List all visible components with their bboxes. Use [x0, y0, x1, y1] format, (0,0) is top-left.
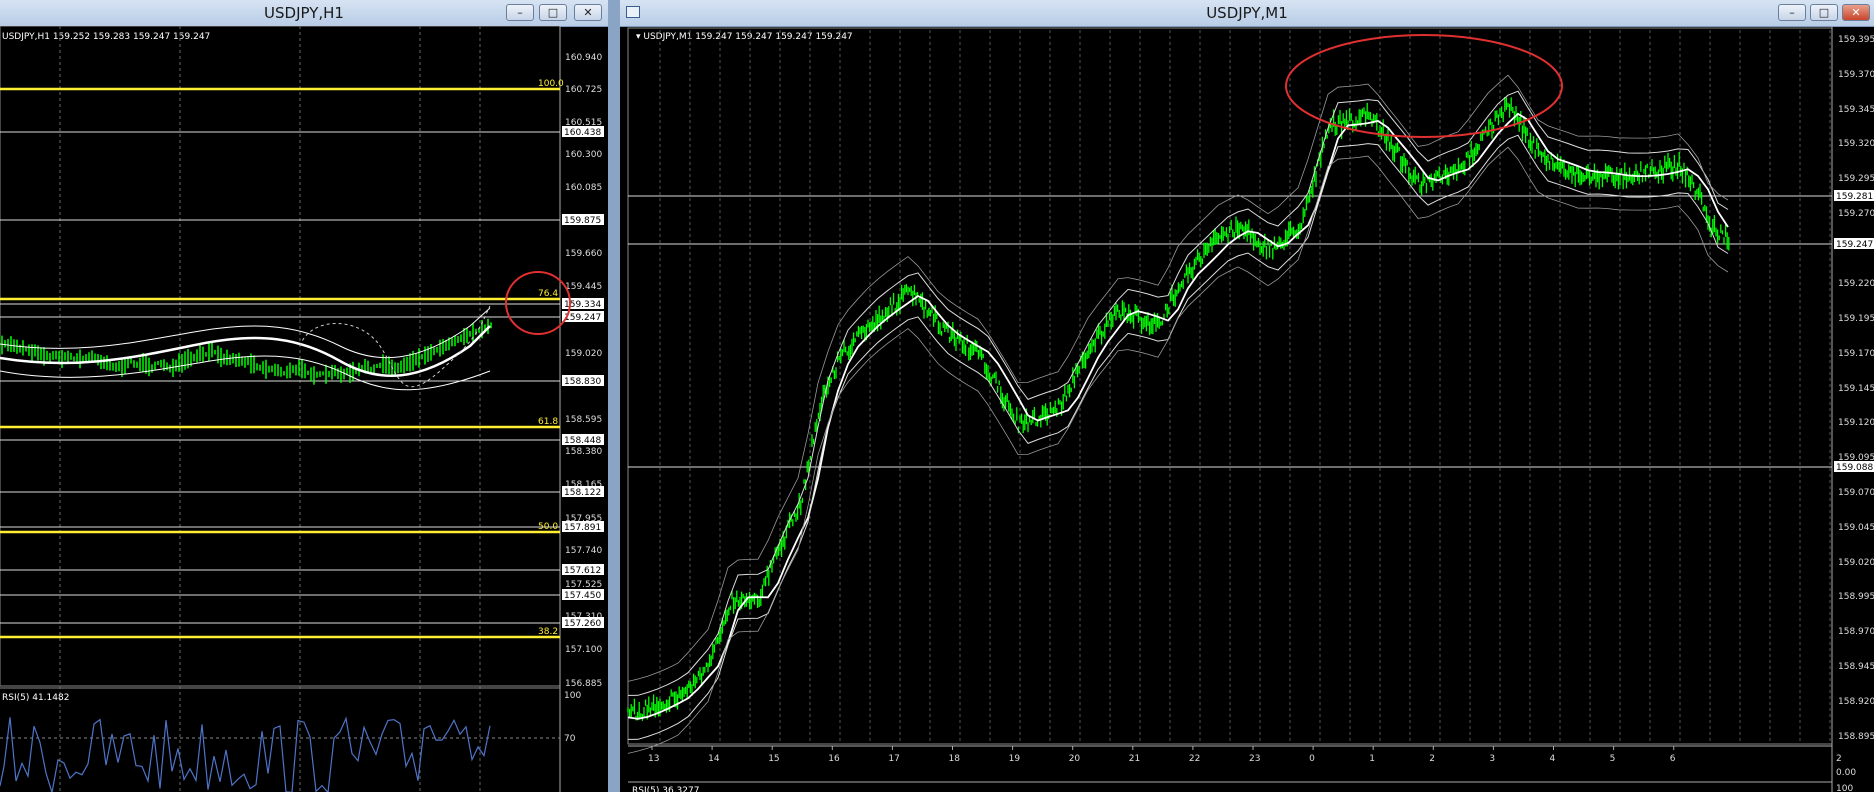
price-axis-label: 158.945 — [1838, 662, 1874, 672]
price-axis-label: 159.170 — [1838, 349, 1874, 359]
price-axis-label: 158.970 — [1838, 627, 1874, 637]
time-axis-label: 14 — [708, 754, 720, 764]
price-box-label: 159.875 — [564, 216, 601, 226]
time-axis-label: 22 — [1189, 754, 1200, 764]
time-axis-label: 15 — [768, 754, 779, 764]
price-axis-label: 156.885 — [565, 679, 602, 689]
time-axis-label: 17 — [888, 754, 899, 764]
chart-info-label: USDJPY,H1 159.252 159.283 159.247 159.24… — [2, 32, 210, 42]
price-axis-label: 157.100 — [565, 645, 602, 655]
price-box-label: 158.830 — [564, 377, 601, 387]
price-axis-label: 159.070 — [1838, 488, 1874, 498]
price-axis-label: 158.595 — [565, 415, 602, 425]
price-box-label: 157.450 — [564, 591, 601, 601]
titlebar-m1[interactable]: USDJPY,M1 – □ ✕ — [620, 0, 1874, 27]
rsi-axis-label: 70 — [564, 734, 576, 744]
fibo-level-label: 76.4 — [538, 289, 558, 299]
price-box-label: 159.088 — [1836, 463, 1873, 473]
fibo-level-label: 100.0 — [538, 79, 564, 89]
price-axis-label: 158.995 — [1838, 592, 1874, 602]
time-axis-label: 2 — [1429, 754, 1435, 764]
price-axis-label: 157.740 — [565, 546, 602, 556]
price-axis-label: 159.395 — [1838, 35, 1874, 45]
close-button-h1[interactable]: ✕ — [574, 4, 602, 21]
price-axis-label: 159.295 — [1838, 174, 1874, 184]
price-axis-label: 159.345 — [1838, 105, 1874, 115]
price-axis-label: 159.370 — [1838, 70, 1874, 80]
maximize-button-m1[interactable]: □ — [1810, 4, 1838, 21]
close-button-m1[interactable]: ✕ — [1842, 4, 1870, 21]
time-axis-label: 0 — [1309, 754, 1315, 764]
time-axis-label: 18 — [949, 754, 961, 764]
m1-chart-canvas[interactable]: ▾ USDJPY,M1 159.247 159.247 159.247 159.… — [620, 26, 1874, 792]
chart-window-h1[interactable]: USDJPY,H1 – □ ✕ USDJPY,H1 159.252 159.28… — [0, 0, 608, 792]
rsi-label: RSI(5) 36.3277 — [632, 786, 699, 792]
window-title-m1: USDJPY,M1 — [1206, 4, 1288, 22]
time-axis-label: 21 — [1129, 754, 1140, 764]
chart-window-m1[interactable]: USDJPY,M1 – □ ✕ ▾ USDJPY,M1 159.247 159.… — [620, 0, 1874, 792]
chart-info-label: ▾ USDJPY,M1 159.247 159.247 159.247 159.… — [636, 32, 853, 42]
fibo-level-label: 50.0 — [538, 522, 558, 532]
price-box-label: 157.260 — [564, 619, 601, 629]
time-axis-label: 19 — [1009, 754, 1021, 764]
price-axis-label: 160.725 — [565, 85, 602, 95]
price-axis-label: 159.020 — [565, 349, 602, 359]
price-box-label: 160.438 — [564, 128, 601, 138]
price-box-label: 158.448 — [564, 436, 601, 446]
time-axis-label: 1 — [1369, 754, 1375, 764]
time-axis-label: 6 — [1670, 754, 1676, 764]
price-axis-label: 159.270 — [1838, 209, 1874, 219]
price-axis-label: 159.195 — [1838, 314, 1874, 324]
price-axis-label: 160.940 — [565, 53, 602, 63]
titlebar-h1[interactable]: USDJPY,H1 – □ ✕ — [0, 0, 608, 27]
price-axis-label: 159.660 — [565, 249, 602, 259]
price-axis-label: 159.120 — [1838, 418, 1874, 428]
rsi-axis-label: 100 — [1836, 784, 1853, 792]
h1-chart-canvas[interactable]: USDJPY,H1 159.252 159.283 159.247 159.24… — [0, 26, 608, 792]
price-box-label: 157.891 — [564, 523, 601, 533]
price-box-label: 157.612 — [564, 566, 601, 576]
price-axis-label: 160.085 — [565, 183, 602, 193]
price-box-label: 159.281 — [1836, 192, 1873, 202]
time-axis-label: 3 — [1489, 754, 1495, 764]
price-axis-label: 160.300 — [565, 150, 602, 160]
price-axis-label: 159.020 — [1838, 558, 1874, 568]
rsi-label: RSI(5) 41.1482 — [2, 693, 69, 703]
price-axis-label: 158.920 — [1838, 697, 1874, 707]
maximize-button-h1[interactable]: □ — [539, 4, 567, 21]
time-axis-label: 4 — [1550, 754, 1556, 764]
rsi-axis-label: 2 — [1836, 754, 1842, 764]
time-axis-label: 5 — [1610, 754, 1616, 764]
time-axis-label: 16 — [828, 754, 840, 764]
main-plot-frame — [0, 26, 561, 687]
price-axis-label: 159.220 — [1838, 279, 1874, 289]
time-axis-label: 23 — [1249, 754, 1260, 764]
price-axis-label: 159.045 — [1838, 523, 1874, 533]
price-axis-label: 158.895 — [1838, 732, 1874, 742]
rsi-axis-label: 100 — [564, 691, 581, 701]
rsi-axis-label: 0.00 — [1836, 768, 1856, 778]
time-axis-label: 20 — [1069, 754, 1081, 764]
time-axis-label: 13 — [648, 754, 659, 764]
price-box-label: 159.247 — [1836, 240, 1873, 250]
minimize-button-m1[interactable]: – — [1778, 4, 1806, 21]
fibo-level-label: 38.2 — [538, 627, 558, 637]
price-axis-label: 159.145 — [1838, 384, 1874, 394]
rsi-line — [0, 716, 491, 792]
minimize-button-h1[interactable]: – — [506, 4, 534, 21]
price-axis-label: 157.525 — [565, 580, 602, 590]
price-box-label: 158.122 — [564, 488, 601, 498]
price-axis-label: 158.380 — [565, 447, 602, 457]
price-axis-label: 159.320 — [1838, 139, 1874, 149]
price-box-label: 159.247 — [564, 313, 601, 323]
fibo-level-label: 61.8 — [538, 417, 558, 427]
price-axis-label: 159.445 — [565, 282, 602, 292]
